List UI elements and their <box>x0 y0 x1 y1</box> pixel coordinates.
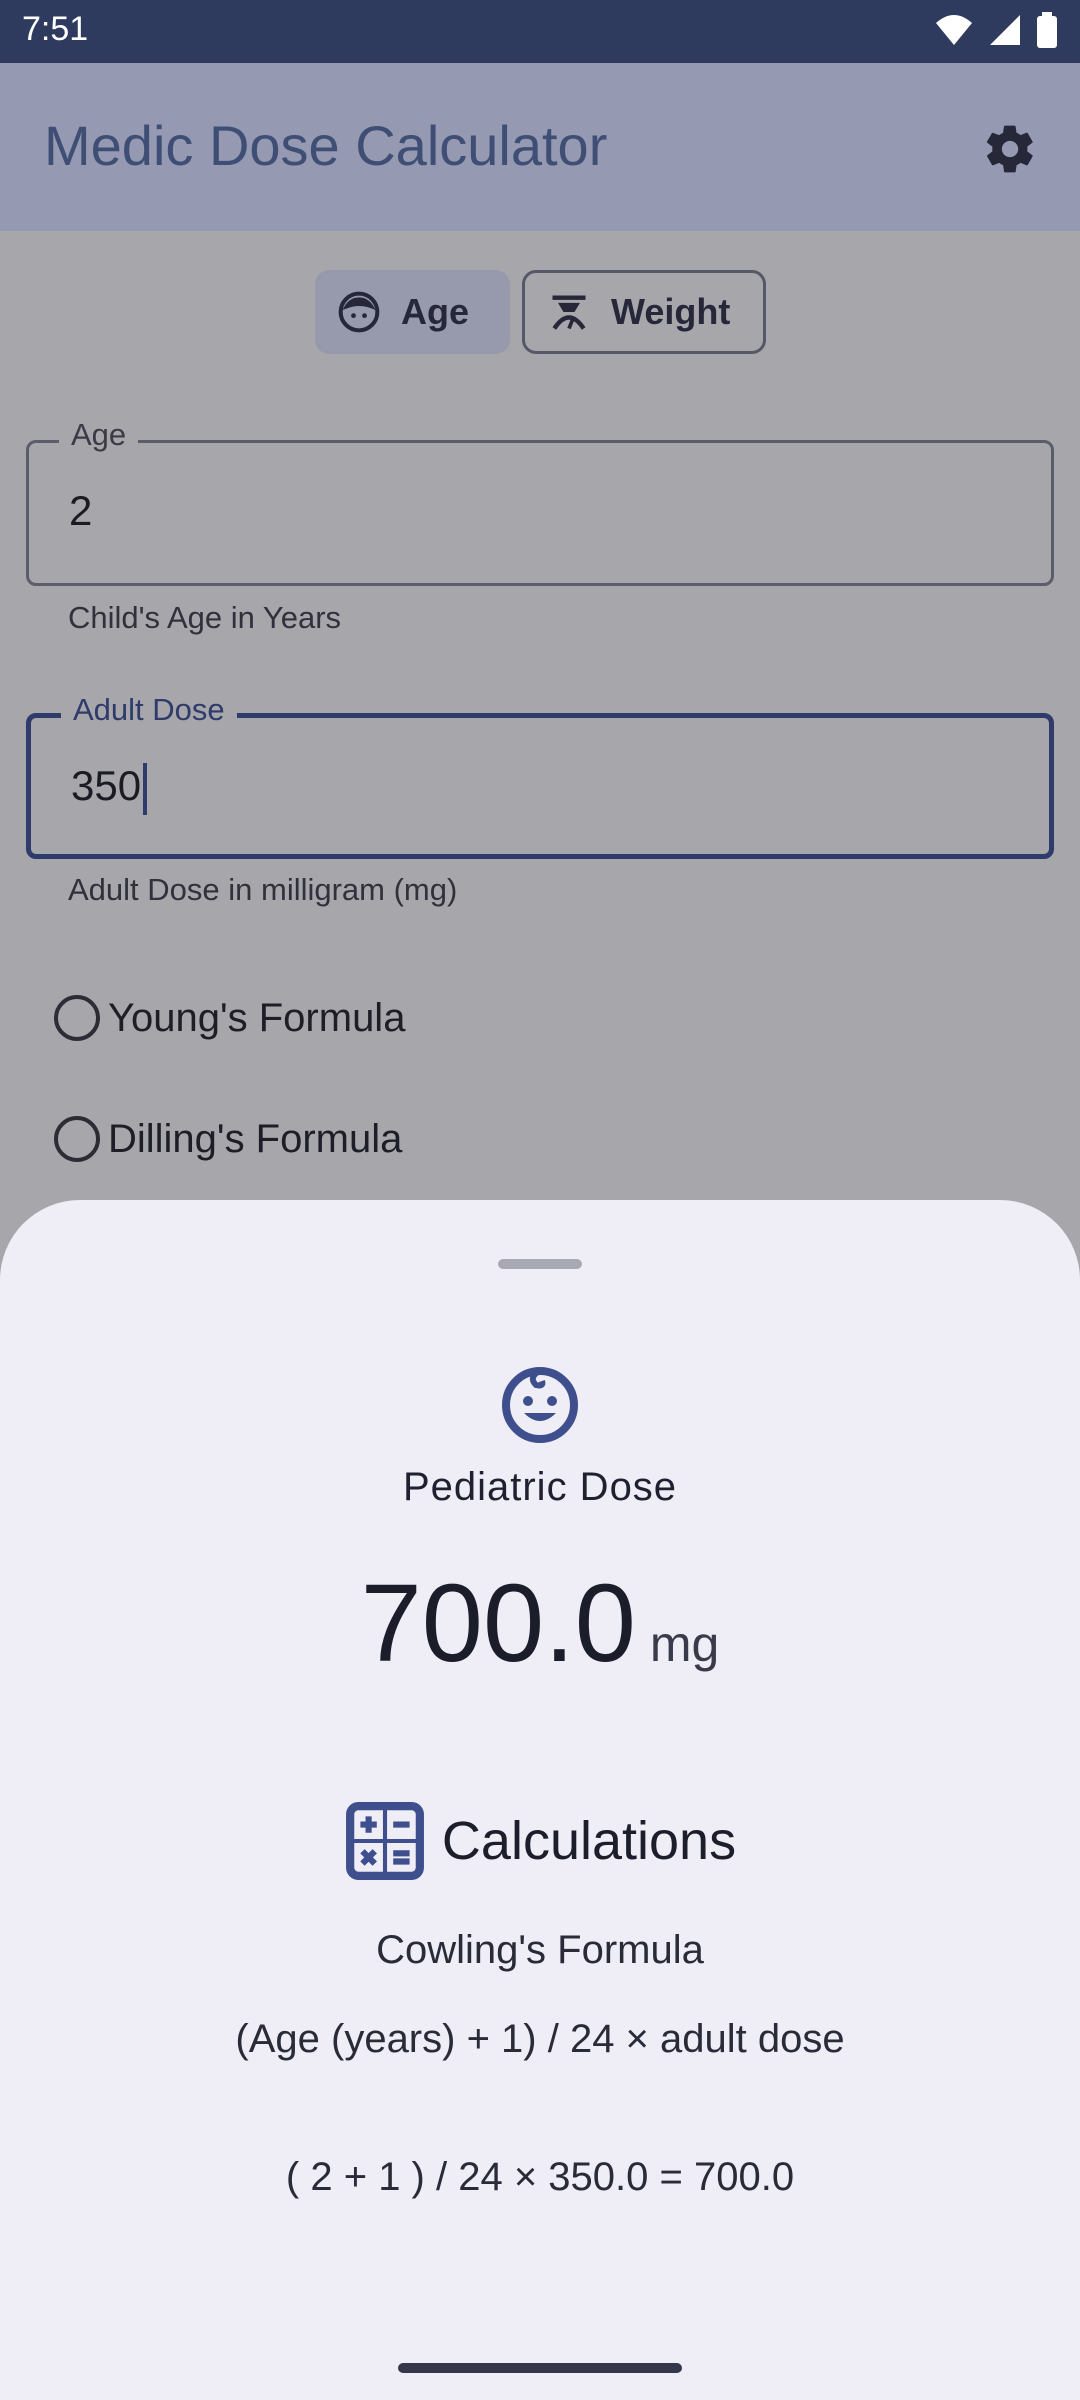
adult-dose-helper-text: Adult Dose in milligram (mg) <box>68 872 458 907</box>
adult-dose-input[interactable]: Adult Dose 350 <box>26 692 1054 859</box>
age-toggle-label: Age <box>401 291 470 332</box>
calculations-title: Calculations <box>441 1811 737 1871</box>
battery-icon <box>1037 12 1057 48</box>
calculations-header: Calculations <box>0 1800 1080 1882</box>
drag-handle[interactable] <box>498 1259 582 1269</box>
radio-button[interactable] <box>54 1116 100 1162</box>
formula-name: Cowling's Formula <box>376 1928 704 1972</box>
radio-label: Young's Formula <box>108 995 406 1040</box>
age-input-value: 2 <box>69 487 93 534</box>
radio-button[interactable] <box>54 995 100 1041</box>
age-helper-text: Child's Age in Years <box>68 600 342 635</box>
adult-dose-input-value-wrap: 350 <box>71 762 148 815</box>
gesture-nav-bar[interactable] <box>398 2363 682 2373</box>
face-icon <box>338 291 380 333</box>
scale-icon <box>552 295 586 330</box>
calculator-icon <box>345 1802 424 1880</box>
status-icons <box>934 12 1058 48</box>
app-title: Medic Dose Calculator <box>44 114 608 177</box>
text-caret <box>143 762 148 815</box>
radio-dillings-formula[interactable]: Dilling's Formula <box>54 1116 402 1162</box>
gear-icon[interactable] <box>982 121 1038 177</box>
adult-dose-input-value: 350 <box>71 762 142 809</box>
age-input[interactable]: Age 2 <box>26 417 1054 586</box>
dose-result: 700.0 mg <box>0 1560 1080 1687</box>
age-input-label: Age <box>59 417 139 453</box>
app-bar: Medic Dose Calculator <box>0 63 1080 231</box>
radio-label: Dilling's Formula <box>108 1116 403 1161</box>
dose-unit: mg <box>649 1616 720 1672</box>
dose-value: 700.0 <box>360 1562 636 1685</box>
age-toggle-button[interactable]: Age <box>315 270 510 354</box>
signal-icon <box>990 15 1020 45</box>
pediatric-dose-title: Pediatric Dose <box>402 1465 678 1509</box>
weight-toggle-label: Weight <box>611 291 731 332</box>
radio-youngs-formula[interactable]: Young's Formula <box>54 995 405 1041</box>
wifi-icon <box>936 15 972 45</box>
weight-toggle-button[interactable]: Weight <box>522 270 766 354</box>
status-time: 7:51 <box>22 10 89 48</box>
formula-expression: (Age (years) + 1) / 24 × adult dose <box>235 2017 845 2061</box>
baby-face-icon <box>502 1367 578 1443</box>
result-bottom-sheet: Pediatric Dose 700.0 mg Calculations Cowl… <box>0 1200 1080 2400</box>
status-bar: 7:51 <box>0 0 1080 63</box>
adult-dose-input-label: Adult Dose <box>61 692 237 728</box>
formula-computation: ( 2 + 1 ) / 24 × 350.0 = 700.0 <box>285 2155 795 2199</box>
